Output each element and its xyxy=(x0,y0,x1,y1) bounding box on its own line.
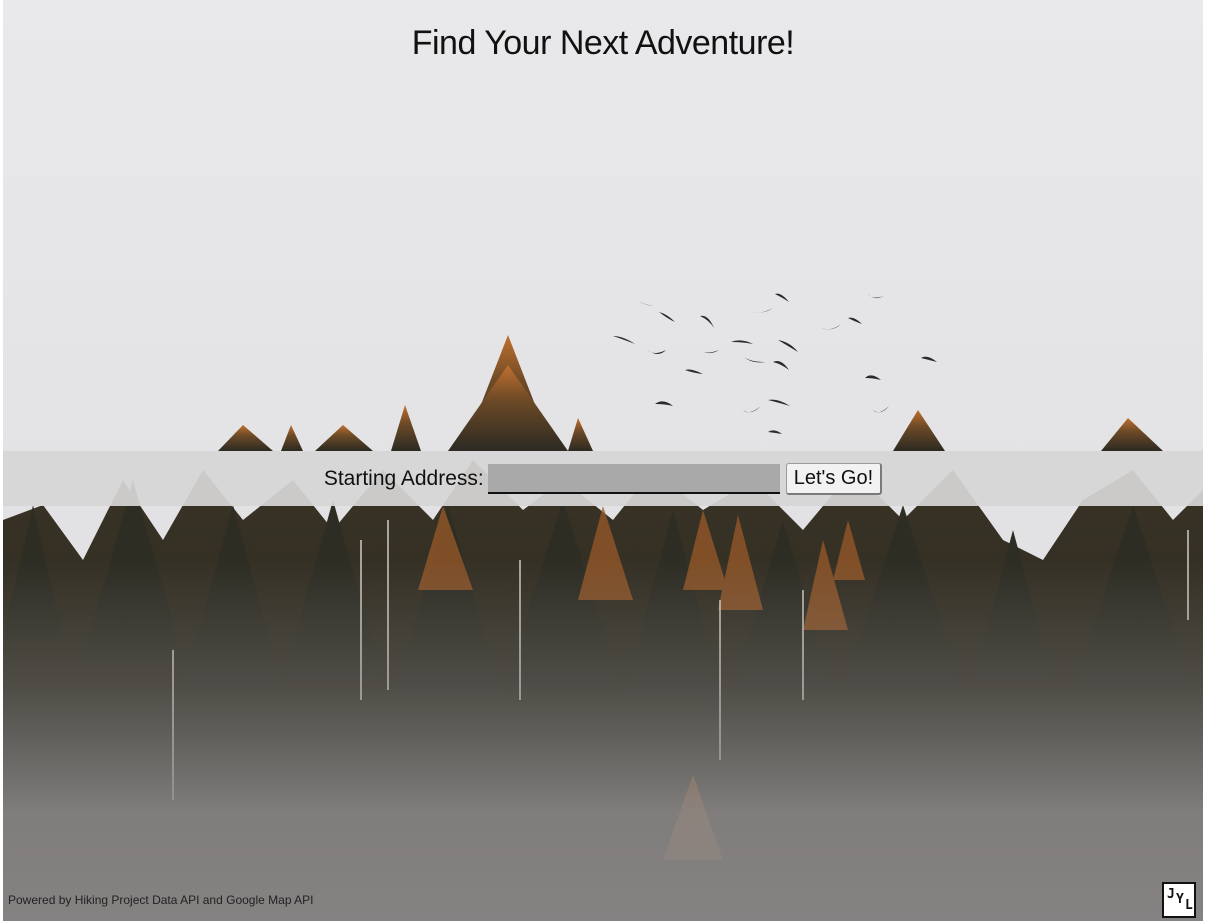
search-bar: Starting Address: Let's Go! xyxy=(3,451,1203,506)
jyl-logo: J Y L xyxy=(1162,882,1196,918)
page-title: Find Your Next Adventure! xyxy=(411,24,795,62)
starting-address-input[interactable] xyxy=(487,463,780,494)
page-stage: Find Your Next Adventure! Starting Addre… xyxy=(3,0,1203,921)
lets-go-button[interactable]: Let's Go! xyxy=(785,462,883,495)
footer-credit: Powered by Hiking Project Data API and G… xyxy=(8,893,314,907)
starting-address-label: Starting Address: xyxy=(323,466,484,490)
